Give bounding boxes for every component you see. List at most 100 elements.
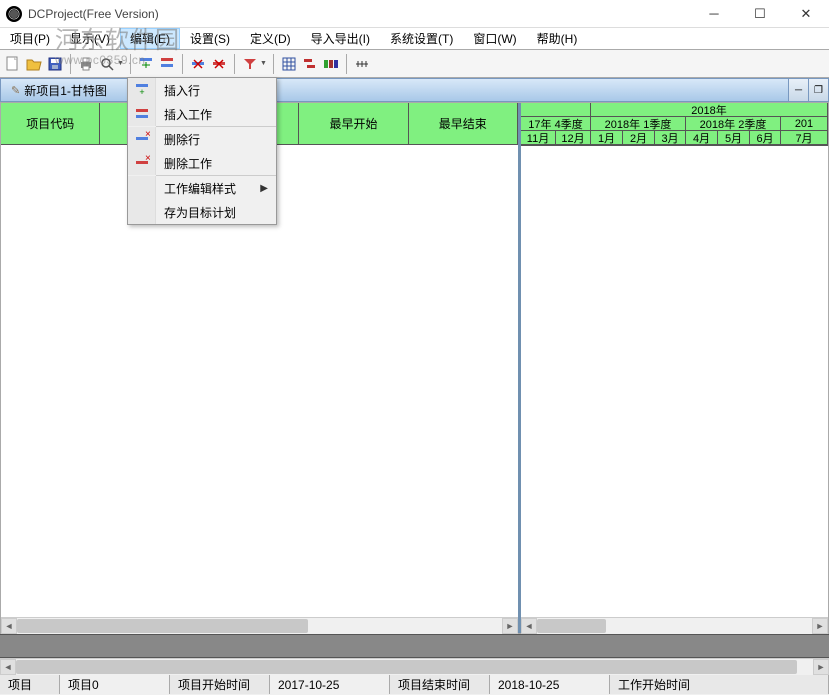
gantt-hscroll[interactable]: ◄ ►	[521, 617, 828, 633]
col-project-code[interactable]: 项目代码	[1, 103, 100, 144]
tl-q3-2018: 201	[781, 117, 828, 131]
menu-item-label: 插入工作	[156, 106, 268, 123]
tl-q1-2018: 2018年 1季度	[591, 117, 686, 131]
mdi-minimize[interactable]: ─	[788, 79, 808, 101]
menu-edit-style[interactable]: 工作编辑样式 ▶	[128, 176, 276, 200]
bars-icon[interactable]	[301, 55, 319, 73]
status-end-value: 2018-10-25	[490, 675, 610, 694]
tl-month: 11月	[521, 131, 556, 145]
menu-item-label: 插入行	[156, 82, 268, 99]
menu-settings[interactable]: 设置(S)	[180, 28, 240, 49]
status-bar: 项目 项目0 项目开始时间 2017-10-25 项目结束时间 2018-10-…	[0, 674, 829, 694]
insert-task-icon[interactable]	[158, 55, 176, 73]
col-early-finish[interactable]: 最早结束	[409, 103, 518, 144]
delete-task-icon: ×	[128, 151, 156, 175]
grid-icon[interactable]	[280, 55, 298, 73]
tl-month: 5月	[718, 131, 750, 145]
preview-icon[interactable]	[98, 55, 116, 73]
menu-save-target[interactable]: 存为目标计划	[128, 200, 276, 224]
main-area: 项目代码 最早开始 最早结束 ◄ ► 2018年 17年 4季度 2018年 1…	[0, 102, 829, 634]
delete-row-icon: ×	[128, 127, 156, 151]
menu-item-label: 工作编辑样式	[156, 180, 260, 197]
svg-text:+: +	[139, 87, 144, 97]
toolbar: ▼ ▼	[0, 50, 829, 78]
close-button[interactable]: ✕	[783, 0, 829, 28]
tl-month: 1月	[591, 131, 623, 145]
status-start-label: 项目开始时间	[170, 675, 270, 694]
edit-dropdown-menu: + 插入行 插入工作 × 删除行 × 删除工作 工作编辑样式 ▶ 存为目标计划	[127, 77, 277, 225]
scroll-left-icon[interactable]: ◄	[0, 659, 16, 675]
save-icon[interactable]	[46, 55, 64, 73]
menu-bar: 项目(P) 显示(V) 编辑(E) 设置(S) 定义(D) 导入导出(I) 系统…	[0, 28, 829, 50]
document-tab-bar: ✎ 新项目1-甘特图 ─ ❐	[0, 78, 829, 102]
menu-import-export[interactable]: 导入导出(I)	[301, 28, 380, 49]
new-icon[interactable]	[4, 55, 22, 73]
window-title: DCProject(Free Version)	[28, 7, 691, 21]
col-early-start[interactable]: 最早开始	[299, 103, 408, 144]
scroll-left-icon[interactable]: ◄	[521, 618, 537, 634]
tl-month: 12月	[556, 131, 591, 145]
scroll-right-icon[interactable]: ►	[813, 659, 829, 675]
tab-title: 新项目1-甘特图	[24, 82, 107, 99]
mdi-restore[interactable]: ❐	[808, 79, 828, 101]
tl-year-2018: 2018年	[591, 103, 828, 117]
open-icon[interactable]	[25, 55, 43, 73]
gantt-body[interactable]	[521, 146, 828, 617]
print-icon[interactable]	[77, 55, 95, 73]
menu-item-label: 删除行	[156, 131, 268, 148]
dropdown-arrow-icon[interactable]: ▼	[260, 60, 267, 67]
menu-delete-row[interactable]: × 删除行	[128, 127, 276, 151]
tl-year-blank	[521, 103, 591, 117]
insert-row-icon: +	[128, 78, 156, 102]
scroll-right-icon[interactable]: ►	[812, 618, 828, 634]
status-start-value: 2017-10-25	[270, 675, 390, 694]
tl-month: 4月	[686, 131, 718, 145]
status-project-label: 项目	[0, 675, 60, 694]
menu-insert-task[interactable]: 插入工作	[128, 102, 276, 126]
resource-icon[interactable]	[322, 55, 340, 73]
tl-month: 6月	[750, 131, 781, 145]
app-icon	[6, 6, 22, 22]
minimize-button[interactable]: ─	[691, 0, 737, 28]
status-project-value: 项目0	[60, 675, 170, 694]
status-end-label: 项目结束时间	[390, 675, 490, 694]
document-tab[interactable]: ✎ 新项目1-甘特图	[1, 79, 117, 102]
scroll-left-icon[interactable]: ◄	[1, 618, 17, 634]
submenu-arrow-icon: ▶	[260, 183, 268, 194]
tl-month: 7月	[781, 131, 828, 145]
edit-style-icon	[128, 176, 156, 200]
tl-month: 3月	[655, 131, 686, 145]
tl-q2-2018: 2018年 2季度	[686, 117, 781, 131]
svg-text:×: ×	[145, 131, 150, 140]
insert-task-icon	[128, 102, 156, 126]
tl-q4-2017: 17年 4季度	[521, 117, 591, 131]
menu-edit[interactable]: 编辑(E)	[120, 28, 180, 49]
menu-insert-row[interactable]: + 插入行	[128, 78, 276, 102]
resource-band	[0, 634, 829, 658]
maximize-button[interactable]: ☐	[737, 0, 783, 28]
timeline-header: 2018年 17年 4季度 2018年 1季度 2018年 2季度 201 11…	[521, 103, 828, 146]
pencil-icon: ✎	[11, 84, 20, 97]
insert-row-icon[interactable]	[137, 55, 155, 73]
timeline-icon[interactable]	[353, 55, 371, 73]
tl-month: 2月	[623, 131, 655, 145]
menu-project[interactable]: 项目(P)	[0, 28, 60, 49]
outer-hscroll[interactable]: ◄ ►	[0, 658, 829, 674]
scroll-right-icon[interactable]: ►	[502, 618, 518, 634]
status-work-start-label: 工作开始时间	[610, 675, 829, 694]
title-bar: DCProject(Free Version) ─ ☐ ✕	[0, 0, 829, 28]
filter-icon[interactable]	[241, 55, 259, 73]
menu-delete-task[interactable]: × 删除工作	[128, 151, 276, 175]
grid-hscroll[interactable]: ◄ ►	[1, 617, 518, 633]
delete-row-icon[interactable]	[189, 55, 207, 73]
menu-item-label: 存为目标计划	[156, 204, 268, 221]
menu-view[interactable]: 显示(V)	[60, 28, 120, 49]
save-target-icon	[128, 200, 156, 224]
gantt-pane: 2018年 17年 4季度 2018年 1季度 2018年 2季度 201 11…	[521, 103, 828, 633]
delete-task-icon[interactable]	[210, 55, 228, 73]
menu-help[interactable]: 帮助(H)	[527, 28, 588, 49]
menu-system[interactable]: 系统设置(T)	[380, 28, 463, 49]
menu-window[interactable]: 窗口(W)	[463, 28, 526, 49]
menu-define[interactable]: 定义(D)	[240, 28, 301, 49]
dropdown-arrow-icon[interactable]: ▼	[117, 60, 124, 67]
